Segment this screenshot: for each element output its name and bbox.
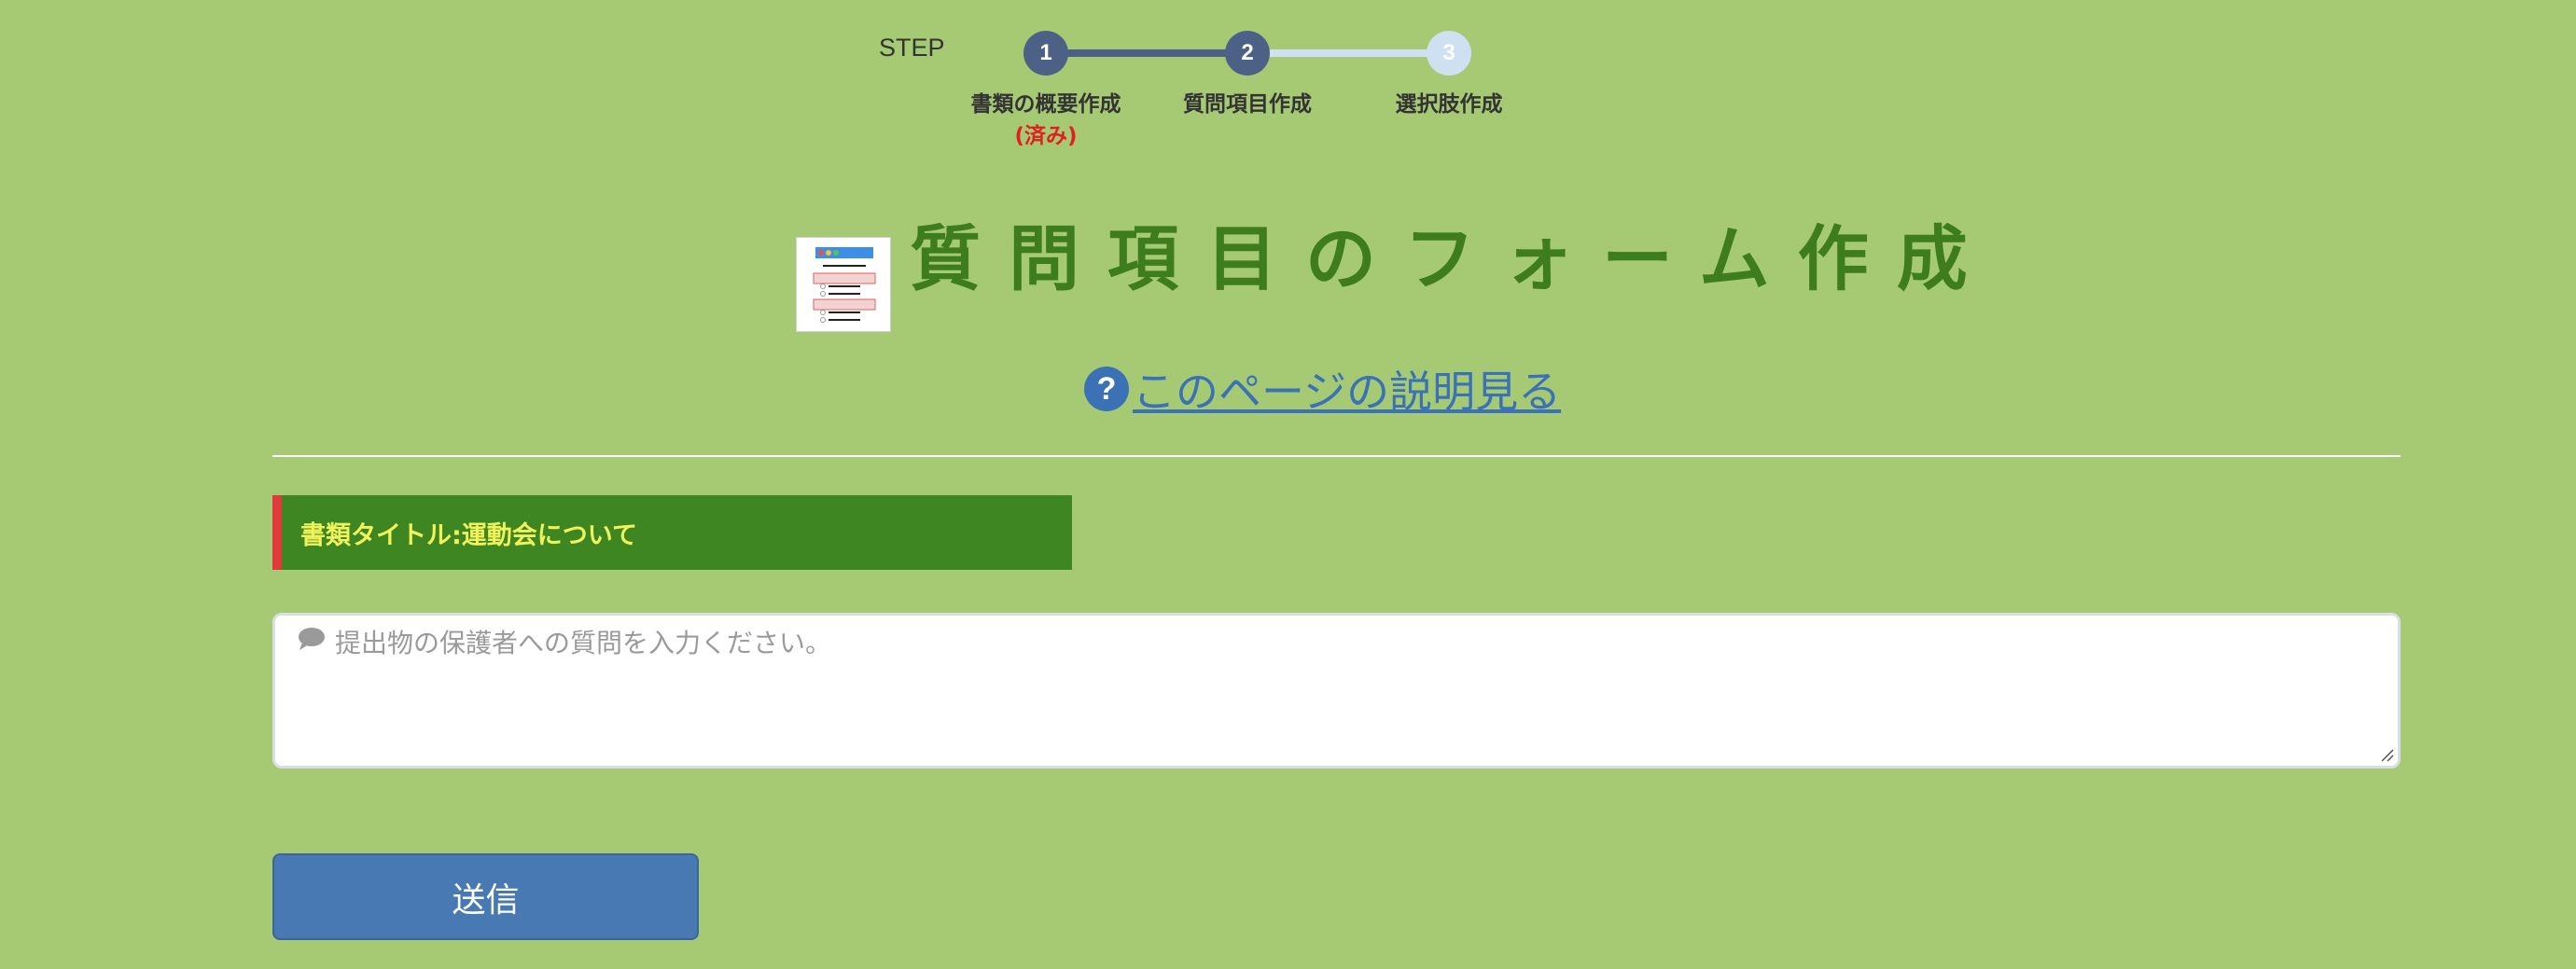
step-3-circle: 3 — [1427, 31, 1471, 76]
step-connector-pending — [1247, 49, 1449, 57]
help-link[interactable]: このページの説明見る — [1133, 358, 1561, 420]
page-title: 質問項目のフォーム作成 — [910, 217, 1996, 300]
divider — [272, 455, 2401, 457]
step-1-label: 書類の概要作成 — [970, 92, 1121, 117]
resize-handle-icon[interactable] — [2379, 747, 2394, 762]
help-link-row[interactable]: ? このページの説明見る — [1084, 358, 1561, 420]
question-placeholder: 提出物の保護者への質問を入力ください。 — [298, 623, 831, 660]
step-progress: STEP 1 2 3 書類の概要作成 (済み) 質問項目作成 選択肢作成 — [0, 0, 2576, 159]
form-icon — [796, 237, 891, 332]
question-circle-icon[interactable]: ? — [1084, 367, 1129, 411]
step-1-circle: 1 — [1023, 31, 1068, 76]
step-word: STEP — [879, 34, 945, 62]
step-2-label: 質問項目作成 — [1183, 92, 1312, 117]
step-connector-completed — [1046, 49, 1247, 57]
question-input[interactable]: 提出物の保護者への質問を入力ください。 — [272, 613, 2401, 768]
submit-button[interactable]: 送信 — [272, 853, 699, 940]
step-3-label: 選択肢作成 — [1395, 92, 1503, 117]
step-2-circle: 2 — [1225, 31, 1270, 76]
document-title: 書類タイトル:運動会について — [300, 520, 637, 550]
document-title-bar: 書類タイトル:運動会について — [272, 495, 1072, 570]
question-placeholder-text: 提出物の保護者への質問を入力ください。 — [335, 628, 832, 658]
step-1-done-note: (済み) — [1014, 124, 1078, 148]
comment-icon — [298, 627, 326, 658]
